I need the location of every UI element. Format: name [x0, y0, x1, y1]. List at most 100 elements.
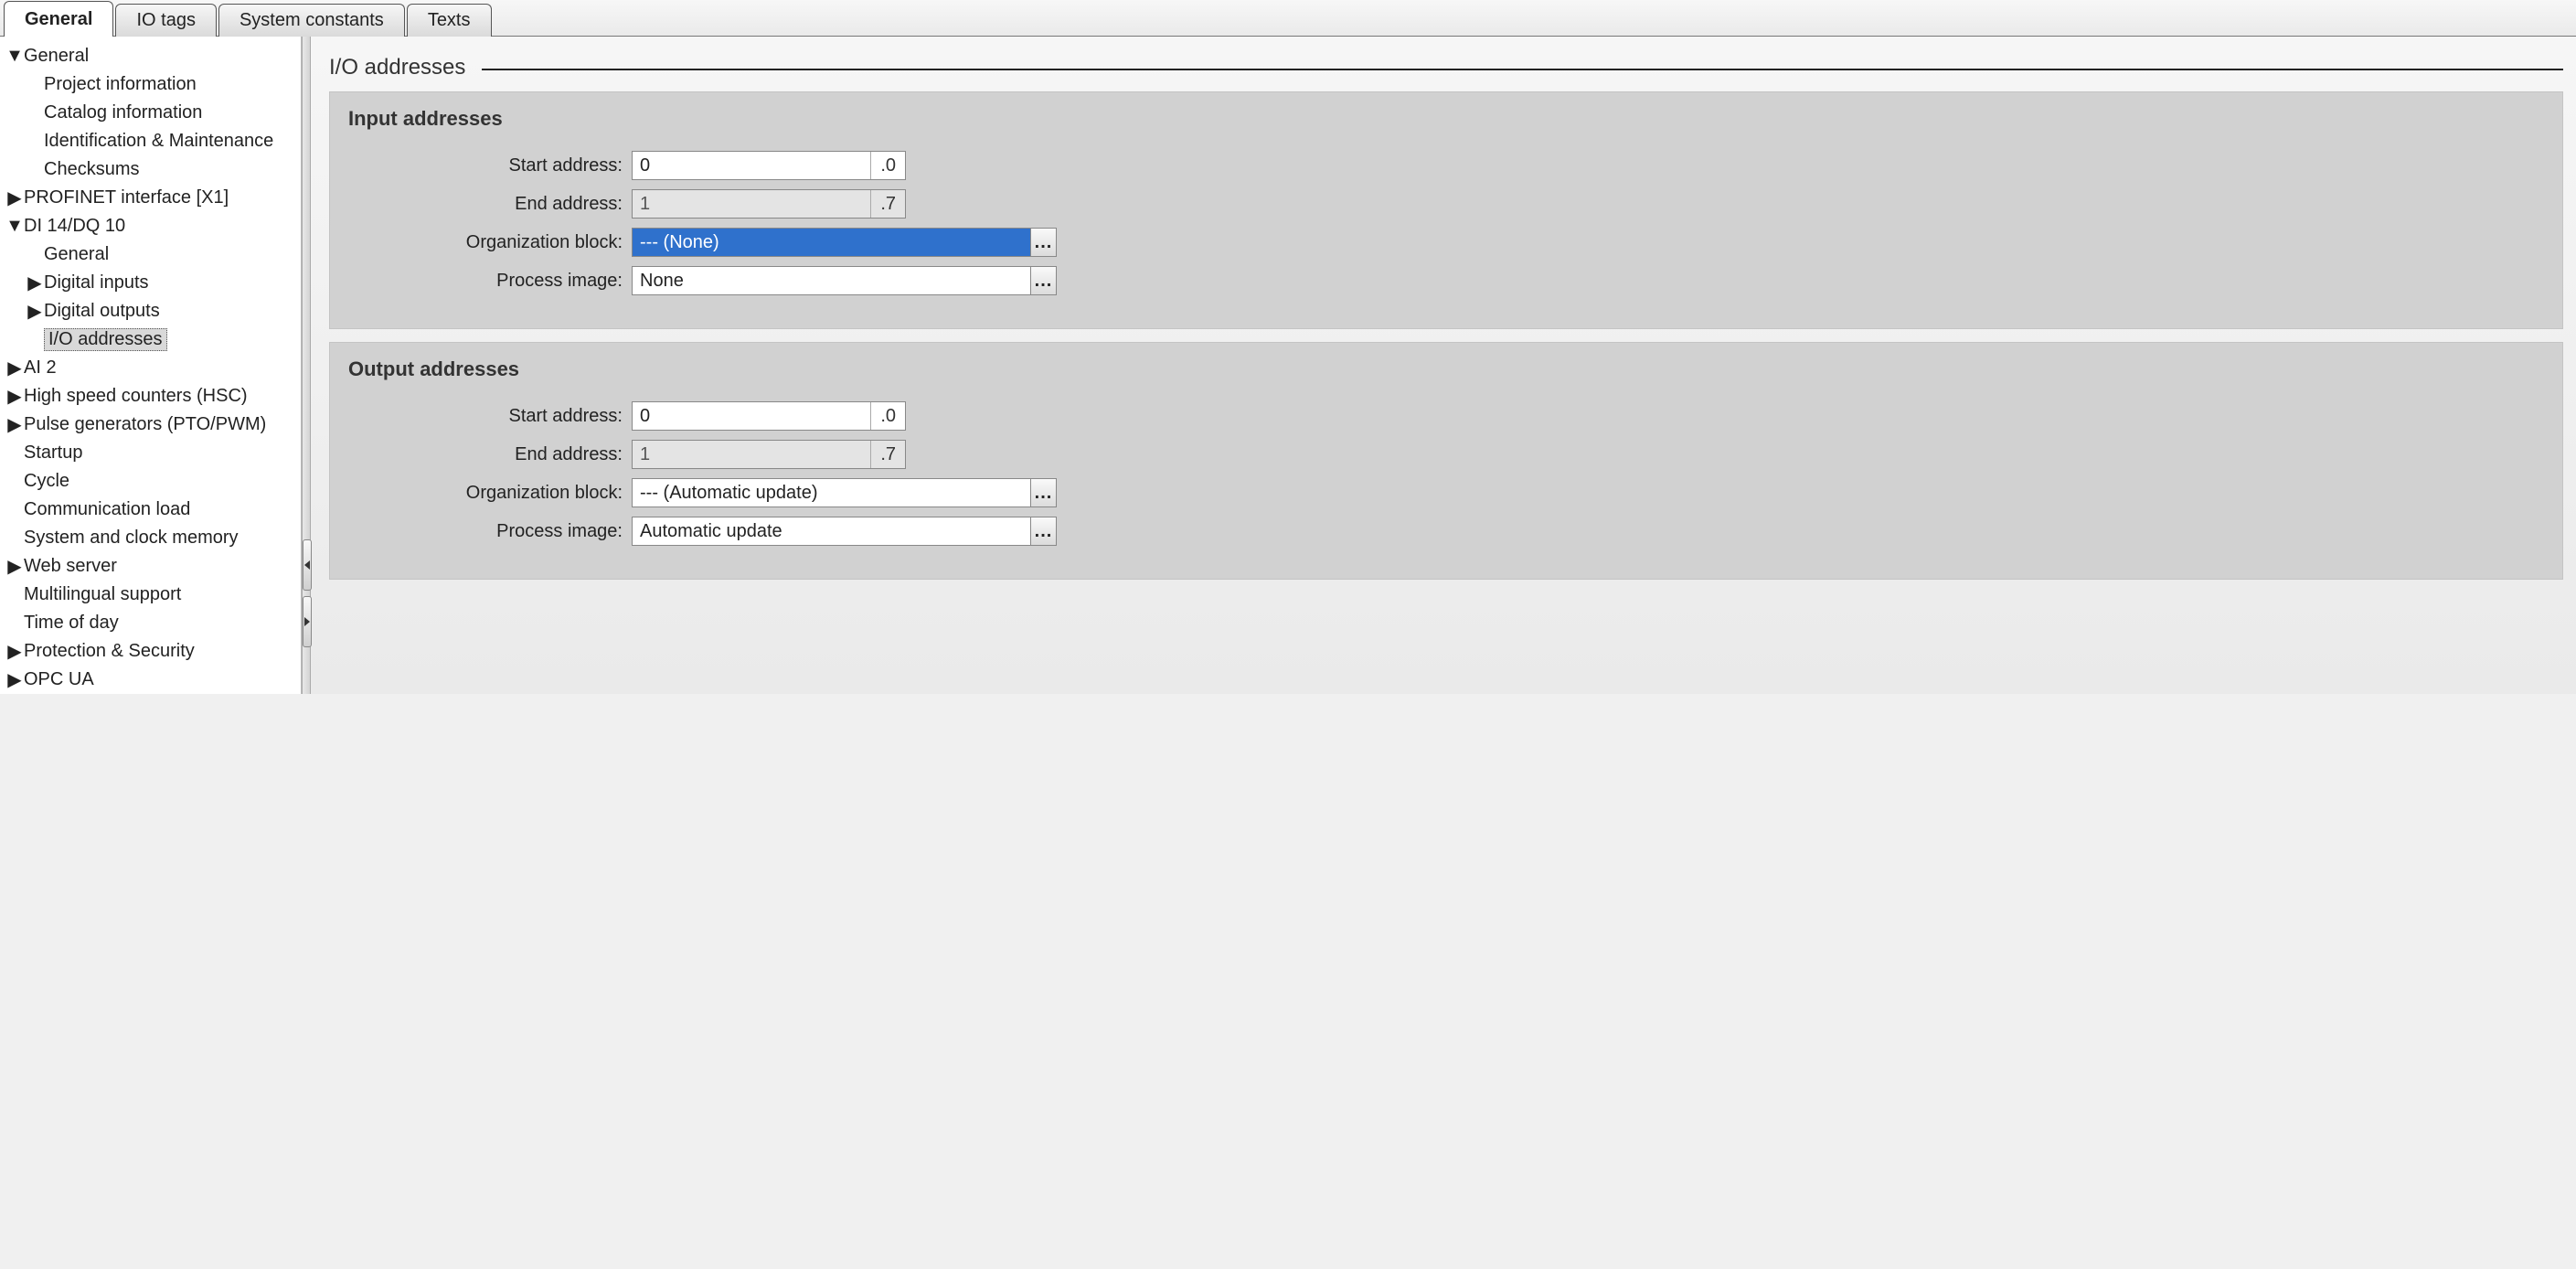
label-organization-block: Organization block: — [348, 232, 632, 253]
tree-label: Catalog information — [44, 102, 202, 123]
content-area: I/O addresses Input addresses Start addr… — [311, 37, 2576, 694]
label-process-image: Process image: — [348, 271, 632, 292]
label-start-address: Start address: — [348, 406, 632, 427]
input-suffix: .7 — [870, 190, 905, 218]
tree-pto-pwm[interactable]: ▶ Pulse generators (PTO/PWM) — [0, 411, 301, 439]
label-end-address: End address: — [348, 194, 632, 215]
tree-label: PROFINET interface [X1] — [24, 187, 229, 208]
tree-identification-maintenance[interactable]: ▶ Identification & Maintenance — [0, 127, 301, 155]
tree-hsc[interactable]: ▶ High speed counters (HSC) — [0, 382, 301, 411]
caret-right-icon: ▶ — [7, 640, 22, 663]
caret-right-icon: ▶ — [27, 300, 42, 323]
tree-di-general[interactable]: ▶ General — [0, 240, 301, 269]
tree-system-clock-memory[interactable]: ▶ System and clock memory — [0, 524, 301, 552]
section-title: I/O addresses — [329, 55, 482, 80]
tree-startup[interactable]: ▶ Startup — [0, 439, 301, 467]
tree-label: Communication load — [24, 499, 190, 520]
tree-label: Web server — [24, 556, 117, 577]
tree-label: Project information — [44, 74, 197, 95]
caret-right-icon: ▶ — [27, 272, 42, 294]
caret-right-icon: ▶ — [7, 413, 22, 436]
tab-label: Texts — [428, 10, 471, 31]
ellipsis-button[interactable]: ... — [1030, 229, 1056, 256]
tree-label: Time of day — [24, 613, 119, 634]
tree-communication-load[interactable]: ▶ Communication load — [0, 496, 301, 524]
tree-multilingual-support[interactable]: ▶ Multilingual support — [0, 581, 301, 609]
panel-input-addresses: Input addresses Start address: 0 .0 End … — [329, 91, 2563, 329]
tree-label: Digital outputs — [44, 301, 160, 322]
tree-time-of-day[interactable]: ▶ Time of day — [0, 609, 301, 637]
tree-label: System and clock memory — [24, 528, 239, 549]
select-organization-block[interactable]: --- (Automatic update) ... — [632, 478, 1057, 507]
tree-label: Cycle — [24, 471, 69, 492]
select-organization-block[interactable]: --- (None) ... — [632, 228, 1057, 257]
input-value: 1 — [633, 441, 870, 468]
label-process-image: Process image: — [348, 521, 632, 542]
label-start-address: Start address: — [348, 155, 632, 176]
tabs-bar: General IO tags System constants Texts — [0, 0, 2576, 37]
tree-cycle[interactable]: ▶ Cycle — [0, 467, 301, 496]
tab-label: IO tags — [136, 10, 195, 31]
select-process-image[interactable]: Automatic update ... — [632, 517, 1057, 546]
tree-label: High speed counters (HSC) — [24, 386, 248, 407]
tab-texts[interactable]: Texts — [407, 4, 492, 37]
tree-checksums[interactable]: ▶ Checksums — [0, 155, 301, 184]
input-suffix: .7 — [870, 441, 905, 468]
panel-output-addresses: Output addresses Start address: 0 .0 End… — [329, 342, 2563, 580]
tab-label: System constants — [240, 10, 384, 31]
ellipsis-button[interactable]: ... — [1030, 267, 1056, 294]
tree-digital-outputs[interactable]: ▶ Digital outputs — [0, 297, 301, 325]
tree-profinet-interface[interactable]: ▶ PROFINET interface [X1] — [0, 184, 301, 212]
ellipsis-button[interactable]: ... — [1030, 479, 1056, 507]
input-suffix: .0 — [870, 152, 905, 179]
caret-right-icon: ▶ — [7, 187, 22, 209]
tree-digital-inputs[interactable]: ▶ Digital inputs — [0, 269, 301, 297]
tree-label: Pulse generators (PTO/PWM) — [24, 414, 266, 435]
label-end-address: End address: — [348, 444, 632, 465]
tree-label: I/O addresses — [44, 328, 167, 351]
tree-catalog-information[interactable]: ▶ Catalog information — [0, 99, 301, 127]
select-value: --- (None) — [633, 229, 1030, 256]
tree-label: AI 2 — [24, 357, 57, 379]
input-end-address: 1 .7 — [632, 189, 906, 219]
input-suffix: .0 — [870, 402, 905, 430]
sidebar-tree: ▼ General ▶ Project information ▶ Catalo… — [0, 37, 302, 694]
tree-label: OPC UA — [24, 669, 94, 690]
tab-system-constants[interactable]: System constants — [218, 4, 405, 37]
section-divider — [482, 69, 2563, 70]
expand-right-icon[interactable] — [303, 596, 312, 647]
panel-title: Input addresses — [348, 107, 2544, 131]
input-value: 0 — [633, 152, 870, 179]
tab-general[interactable]: General — [4, 1, 113, 37]
tree-ai2[interactable]: ▶ AI 2 — [0, 354, 301, 382]
tree-web-server[interactable]: ▶ Web server — [0, 552, 301, 581]
tree-label: General — [44, 244, 109, 265]
tree-general[interactable]: ▼ General — [0, 42, 301, 70]
tree-protection-security[interactable]: ▶ Protection & Security — [0, 637, 301, 666]
ellipsis-button[interactable]: ... — [1030, 517, 1056, 545]
input-value: 1 — [633, 190, 870, 218]
tree-opc-ua[interactable]: ▶ OPC UA — [0, 666, 301, 694]
tab-io-tags[interactable]: IO tags — [115, 4, 216, 37]
panel-title: Output addresses — [348, 357, 2544, 381]
select-value: Automatic update — [633, 517, 1030, 545]
select-value: --- (Automatic update) — [633, 479, 1030, 507]
caret-right-icon: ▶ — [7, 385, 22, 408]
tree-project-information[interactable]: ▶ Project information — [0, 70, 301, 99]
label-organization-block: Organization block: — [348, 483, 632, 504]
collapse-left-icon[interactable] — [303, 539, 312, 591]
tab-label: General — [25, 9, 92, 30]
tree-label: Protection & Security — [24, 641, 195, 662]
tree-label: Multilingual support — [24, 584, 181, 605]
output-end-address: 1 .7 — [632, 440, 906, 469]
tree-io-addresses[interactable]: ▶ I/O addresses — [0, 325, 301, 354]
caret-down-icon: ▼ — [7, 46, 22, 67]
tree-label: Startup — [24, 443, 82, 464]
select-process-image[interactable]: None ... — [632, 266, 1057, 295]
select-value: None — [633, 267, 1030, 294]
splitter[interactable] — [302, 37, 311, 694]
tree-di14dq10[interactable]: ▼ DI 14/DQ 10 — [0, 212, 301, 240]
tree-label: DI 14/DQ 10 — [24, 216, 125, 237]
input-start-address[interactable]: 0 .0 — [632, 151, 906, 180]
output-start-address[interactable]: 0 .0 — [632, 401, 906, 431]
